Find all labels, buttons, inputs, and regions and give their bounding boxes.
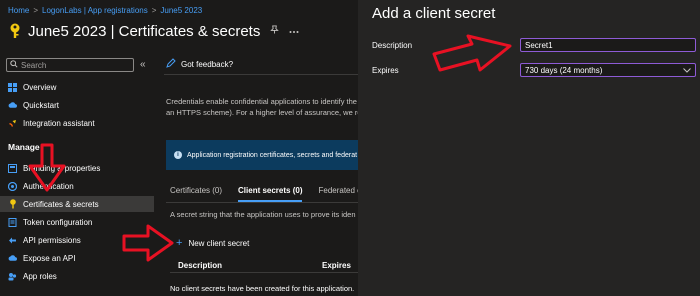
arrow-down-annotation bbox=[28, 143, 66, 192]
arrow-diagonal-annotation bbox=[432, 34, 512, 72]
annotation-arrows bbox=[28, 34, 512, 262]
arrow-right-annotation bbox=[122, 224, 174, 262]
